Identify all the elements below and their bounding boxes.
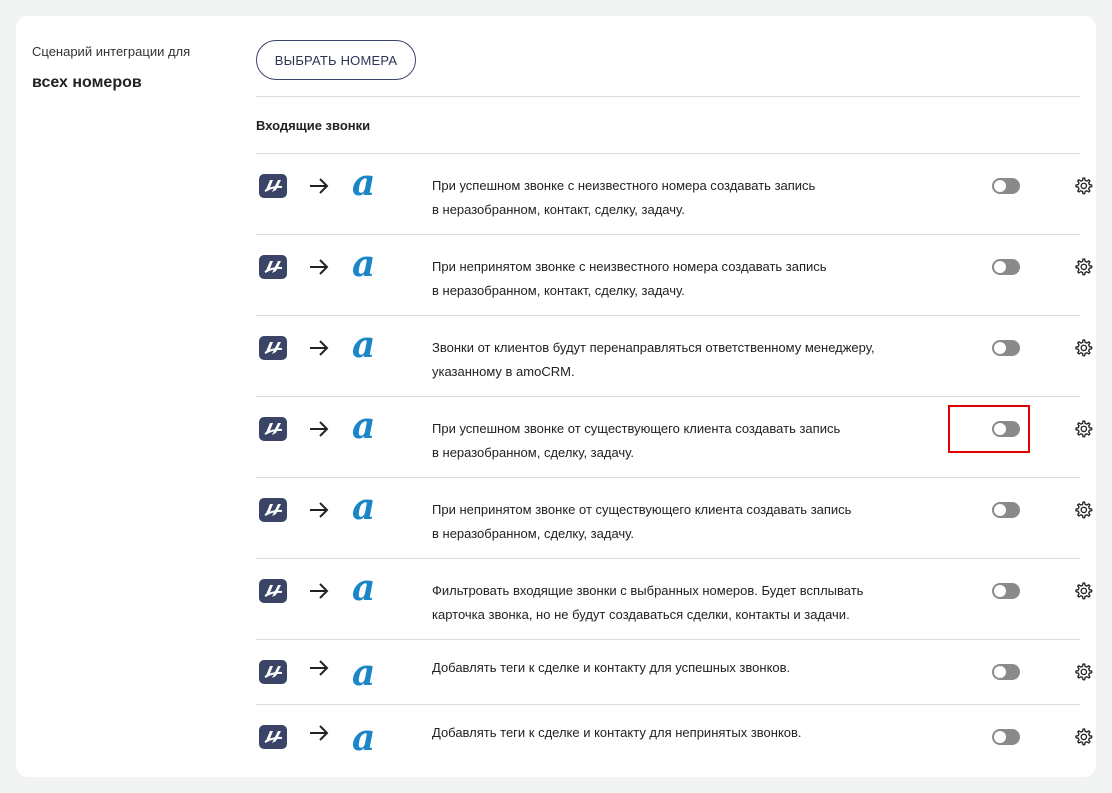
rule-description: Звонки от клиентов будут перенаправлятьс…: [432, 336, 952, 384]
arrow-right-icon: [310, 660, 329, 676]
arrow-right-icon: [310, 725, 329, 741]
amocrm-logo-icon: a: [352, 162, 376, 204]
telephony-logo-icon: [259, 336, 287, 360]
arrow-right-icon: [310, 583, 329, 599]
rule-text-line: Добавлять теги к сделке и контакту для н…: [432, 725, 802, 740]
gear-icon[interactable]: [1073, 257, 1093, 277]
section-title-incoming-calls: Входящие звонки: [256, 118, 371, 133]
toggle-knob: [994, 180, 1006, 192]
toggle-knob: [994, 261, 1006, 273]
rule-text-line: При успешном звонке от существующего кли…: [432, 421, 841, 436]
rule-text-line: Добавлять теги к сделке и контакту для у…: [432, 660, 791, 675]
rule-row: a Звонки от клиентов будут перенаправлят…: [256, 315, 1093, 396]
arrow-right-icon: [310, 178, 329, 194]
rule-row: a Фильтровать входящие звонки с выбранны…: [256, 558, 1093, 639]
gear-icon[interactable]: [1073, 662, 1093, 682]
rule-text-line: в неразобранном, сделку, задачу.: [432, 526, 634, 541]
arrow-right-icon: [310, 340, 329, 356]
rule-description: При успешном звонке от существующего кли…: [432, 417, 952, 465]
rule-row: a Добавлять теги к сделке и контакту для…: [256, 639, 1093, 704]
amocrm-logo-icon: a: [352, 717, 376, 759]
rule-toggle[interactable]: [992, 664, 1020, 680]
gear-icon[interactable]: [1073, 727, 1093, 747]
rule-toggle[interactable]: [992, 340, 1020, 356]
toggle-knob: [994, 731, 1006, 743]
amocrm-logo-icon: a: [352, 567, 376, 609]
amocrm-logo-icon: a: [352, 652, 376, 694]
rule-description: Добавлять теги к сделке и контакту для у…: [432, 656, 952, 680]
rule-description: При непринятом звонке от существующего к…: [432, 498, 952, 546]
rule-row: a Добавлять теги к сделке и контакту для…: [256, 704, 1093, 769]
rule-row: a При успешном звонке от существующего к…: [256, 396, 1093, 477]
rule-text-line: в неразобранном, сделку, задачу.: [432, 445, 634, 460]
scenario-title: всех номеров: [32, 74, 142, 91]
telephony-logo-icon: [259, 417, 287, 441]
rule-text-line: При успешном звонке с неизвестного номер…: [432, 178, 816, 193]
rule-toggle[interactable]: [992, 178, 1020, 194]
gear-icon[interactable]: [1073, 419, 1093, 439]
rule-description: При успешном звонке с неизвестного номер…: [432, 174, 952, 222]
rule-text-line: При непринятом звонке с неизвестного ном…: [432, 259, 827, 274]
rule-text-line: в неразобранном, контакт, сделку, задачу…: [432, 283, 685, 298]
telephony-logo-icon: [259, 174, 287, 198]
toggle-knob: [994, 423, 1006, 435]
rules-list: a При успешном звонке с неизвестного ном…: [256, 153, 1093, 769]
integration-card: Сценарий интеграции для всех номеров ВЫБ…: [16, 16, 1096, 777]
telephony-logo-icon: [259, 579, 287, 603]
toggle-knob: [994, 666, 1006, 678]
amocrm-logo-icon: a: [352, 405, 376, 447]
rule-text-line: Фильтровать входящие звонки с выбранных …: [432, 583, 864, 598]
rule-text-line: При непринятом звонке от существующего к…: [432, 502, 852, 517]
gear-icon[interactable]: [1073, 176, 1093, 196]
telephony-logo-icon: [259, 660, 287, 684]
amocrm-logo-icon: a: [352, 486, 376, 528]
amocrm-logo-icon: a: [352, 324, 376, 366]
rule-row: a При непринятом звонке от существующего…: [256, 477, 1093, 558]
scenario-sidebar: Сценарий интеграции для всех номеров: [32, 44, 222, 92]
rule-description: Фильтровать входящие звонки с выбранных …: [432, 579, 952, 627]
rule-row: a При непринятом звонке с неизвестного н…: [256, 234, 1093, 315]
arrow-right-icon: [310, 502, 329, 518]
toggle-knob: [994, 504, 1006, 516]
telephony-logo-icon: [259, 255, 287, 279]
rule-toggle[interactable]: [992, 502, 1020, 518]
gear-icon[interactable]: [1073, 581, 1093, 601]
divider: [256, 96, 1080, 97]
toggle-knob: [994, 585, 1006, 597]
rule-description: При непринятом звонке с неизвестного ном…: [432, 255, 952, 303]
gear-icon[interactable]: [1073, 500, 1093, 520]
rule-text-line: Звонки от клиентов будут перенаправлятьс…: [432, 340, 875, 355]
arrow-right-icon: [310, 259, 329, 275]
rule-text-line: в неразобранном, контакт, сделку, задачу…: [432, 202, 685, 217]
rule-toggle[interactable]: [992, 259, 1020, 275]
rule-toggle[interactable]: [992, 583, 1020, 599]
telephony-logo-icon: [259, 498, 287, 522]
toggle-knob: [994, 342, 1006, 354]
rule-text-line: карточка звонка, но не будут создаваться…: [432, 607, 850, 622]
select-numbers-button[interactable]: ВЫБРАТЬ НОМЕРА: [256, 40, 416, 80]
rule-text-line: указанному в amoCRM.: [432, 364, 575, 379]
rule-toggle[interactable]: [992, 421, 1020, 437]
telephony-logo-icon: [259, 725, 287, 749]
amocrm-logo-icon: a: [352, 243, 376, 285]
arrow-right-icon: [310, 421, 329, 437]
rule-description: Добавлять теги к сделке и контакту для н…: [432, 721, 952, 745]
gear-icon[interactable]: [1073, 338, 1093, 358]
rule-row: a При успешном звонке с неизвестного ном…: [256, 153, 1093, 234]
scenario-caption: Сценарий интеграции для: [32, 44, 191, 59]
rule-toggle[interactable]: [992, 729, 1020, 745]
